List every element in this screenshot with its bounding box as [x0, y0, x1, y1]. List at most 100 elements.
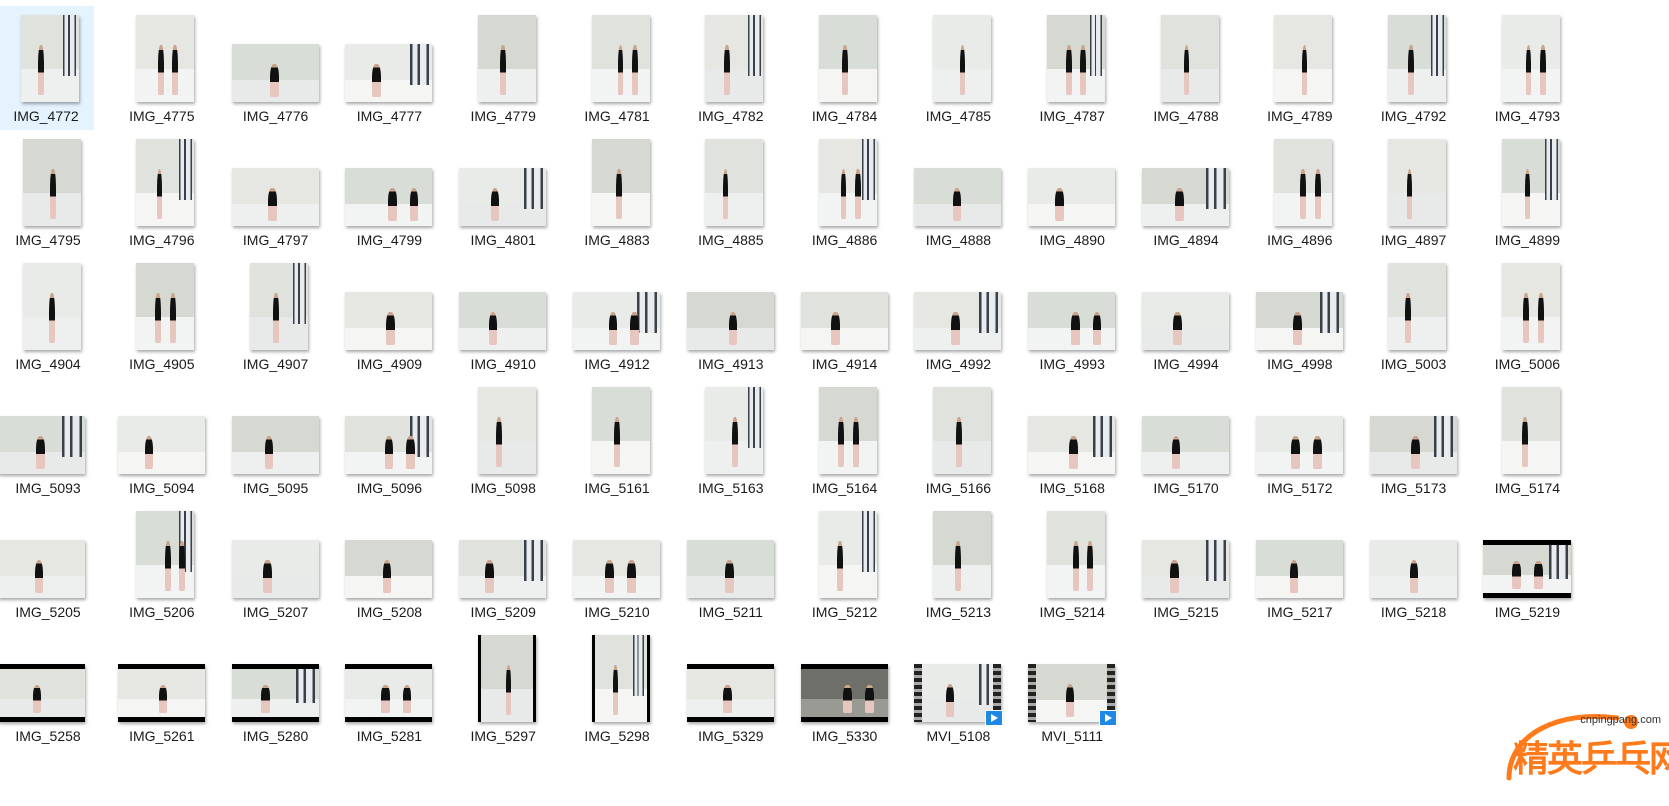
photo-file-item[interactable]: IMG_4894	[1140, 130, 1232, 254]
photo-file-item[interactable]: IMG_5094	[116, 378, 208, 502]
photo-file-item[interactable]: IMG_5207	[230, 502, 322, 626]
photo-thumbnail[interactable]	[250, 263, 309, 350]
photo-file-item[interactable]: IMG_4788	[1140, 6, 1232, 130]
photo-thumbnail[interactable]	[1028, 292, 1116, 350]
photo-thumbnail[interactable]	[819, 387, 878, 474]
photo-file-item[interactable]: IMG_5210	[571, 502, 663, 626]
photo-thumbnail[interactable]	[705, 139, 764, 226]
photo-thumbnail[interactable]	[136, 15, 195, 102]
photo-file-item[interactable]: IMG_4994	[1140, 254, 1232, 378]
photo-file-item[interactable]: IMG_5280	[230, 626, 322, 750]
photo-file-item[interactable]: IMG_4913	[685, 254, 777, 378]
photo-file-item[interactable]: IMG_5166	[912, 378, 1004, 502]
photo-file-item[interactable]: IMG_4905	[116, 254, 208, 378]
photo-file-item[interactable]: IMG_5330	[799, 626, 891, 750]
photo-file-item[interactable]: IMG_5258	[0, 626, 94, 750]
photo-file-item[interactable]: IMG_4992	[912, 254, 1004, 378]
photo-file-item[interactable]: IMG_4912	[571, 254, 663, 378]
photo-file-item[interactable]: IMG_5261	[116, 626, 208, 750]
photo-file-item[interactable]: IMG_5174	[1481, 378, 1573, 502]
photo-file-item[interactable]: IMG_5163	[685, 378, 777, 502]
photo-file-item[interactable]: IMG_4795	[2, 130, 94, 254]
photo-thumbnail[interactable]	[819, 511, 878, 598]
photo-thumbnail[interactable]	[0, 540, 85, 598]
photo-thumbnail[interactable]	[136, 139, 195, 226]
photo-thumbnail[interactable]	[1274, 139, 1333, 226]
photo-thumbnail[interactable]	[345, 292, 433, 350]
photo-thumbnail[interactable]	[1028, 168, 1116, 226]
photo-file-item[interactable]: IMG_5168	[1026, 378, 1118, 502]
photo-file-item[interactable]: IMG_5170	[1140, 378, 1232, 502]
photo-file-item[interactable]: IMG_4993	[1026, 254, 1118, 378]
photo-file-item[interactable]: IMG_4897	[1368, 130, 1460, 254]
photo-thumbnail[interactable]	[136, 263, 195, 350]
photo-file-item[interactable]: IMG_5281	[343, 626, 435, 750]
photo-thumbnail[interactable]	[1501, 139, 1560, 226]
photo-thumbnail[interactable]	[932, 511, 991, 598]
photo-thumbnail[interactable]	[459, 540, 547, 598]
photo-file-item[interactable]: IMG_4781	[571, 6, 663, 130]
photo-file-item[interactable]: IMG_5095	[230, 378, 322, 502]
photo-thumbnail[interactable]	[459, 168, 547, 226]
photo-file-item[interactable]: IMG_4775	[116, 6, 208, 130]
photo-file-item[interactable]: IMG_5208	[343, 502, 435, 626]
photo-thumbnail[interactable]	[345, 416, 433, 474]
photo-thumbnail[interactable]	[686, 540, 774, 598]
photo-file-item[interactable]: IMG_5217	[1254, 502, 1346, 626]
photo-file-item[interactable]: IMG_4785	[912, 6, 1004, 130]
photo-file-item[interactable]: IMG_4776	[230, 6, 322, 130]
photo-thumbnail[interactable]	[117, 416, 205, 474]
photo-thumbnail[interactable]	[591, 635, 650, 722]
photo-file-item[interactable]: IMG_5209	[457, 502, 549, 626]
photo-thumbnail[interactable]	[477, 635, 536, 722]
photo-thumbnail[interactable]	[686, 292, 774, 350]
photo-thumbnail[interactable]	[1142, 168, 1229, 226]
photo-file-item[interactable]: IMG_4910	[457, 254, 549, 378]
photo-thumbnail[interactable]	[477, 15, 536, 102]
photo-file-item[interactable]: IMG_5098	[457, 378, 549, 502]
photo-file-item[interactable]: IMG_5093	[0, 378, 94, 502]
photo-thumbnail[interactable]	[345, 664, 433, 722]
photo-file-item[interactable]: IMG_4888	[912, 130, 1004, 254]
video-thumbnail[interactable]	[914, 664, 1004, 726]
photo-file-item[interactable]: IMG_4779	[457, 6, 549, 130]
photo-thumbnail[interactable]	[1388, 139, 1447, 226]
photo-thumbnail[interactable]	[800, 664, 888, 722]
photo-file-item[interactable]: IMG_4907	[230, 254, 322, 378]
photo-thumbnail[interactable]	[1046, 15, 1105, 102]
photo-file-item[interactable]: IMG_4886	[799, 130, 891, 254]
video-thumbnail[interactable]	[1028, 664, 1118, 726]
photo-file-item[interactable]: IMG_5161	[571, 378, 663, 502]
photo-thumbnail[interactable]	[22, 139, 81, 226]
photo-file-item[interactable]: IMG_4885	[685, 130, 777, 254]
photo-thumbnail[interactable]	[231, 168, 319, 226]
photo-file-item[interactable]: IMG_5297	[457, 626, 549, 750]
photo-thumbnail[interactable]	[231, 416, 319, 474]
photo-file-item[interactable]: IMG_5213	[912, 502, 1004, 626]
photo-file-item[interactable]: IMG_4793	[1481, 6, 1573, 130]
photo-thumbnail[interactable]	[20, 15, 79, 102]
photo-file-item[interactable]: IMG_5172	[1254, 378, 1346, 502]
photo-thumbnail[interactable]	[573, 292, 660, 350]
photo-file-item[interactable]: IMG_5211	[685, 502, 777, 626]
photo-thumbnail[interactable]	[705, 387, 764, 474]
photo-file-item[interactable]: IMG_4899	[1481, 130, 1573, 254]
photo-thumbnail[interactable]	[1369, 416, 1457, 474]
photo-thumbnail[interactable]	[1160, 15, 1219, 102]
video-file-item[interactable]: MVI_5111	[1026, 626, 1118, 750]
photo-file-item[interactable]: IMG_5173	[1368, 378, 1460, 502]
photo-thumbnail[interactable]	[1388, 263, 1447, 350]
photo-thumbnail[interactable]	[0, 416, 85, 474]
photo-thumbnail[interactable]	[686, 664, 774, 722]
photo-file-item[interactable]: IMG_4796	[116, 130, 208, 254]
photo-file-item[interactable]: IMG_4789	[1254, 6, 1346, 130]
photo-thumbnail[interactable]	[1369, 540, 1457, 598]
photo-thumbnail[interactable]	[1142, 540, 1229, 598]
photo-file-item[interactable]: IMG_4787	[1026, 6, 1118, 130]
photo-file-item[interactable]: IMG_5006	[1481, 254, 1573, 378]
photo-thumbnail[interactable]	[231, 44, 319, 102]
photo-file-item[interactable]: IMG_5329	[685, 626, 777, 750]
photo-file-item[interactable]: IMG_5215	[1140, 502, 1232, 626]
photo-file-item[interactable]: IMG_4998	[1254, 254, 1346, 378]
photo-file-item[interactable]: IMG_4914	[799, 254, 891, 378]
